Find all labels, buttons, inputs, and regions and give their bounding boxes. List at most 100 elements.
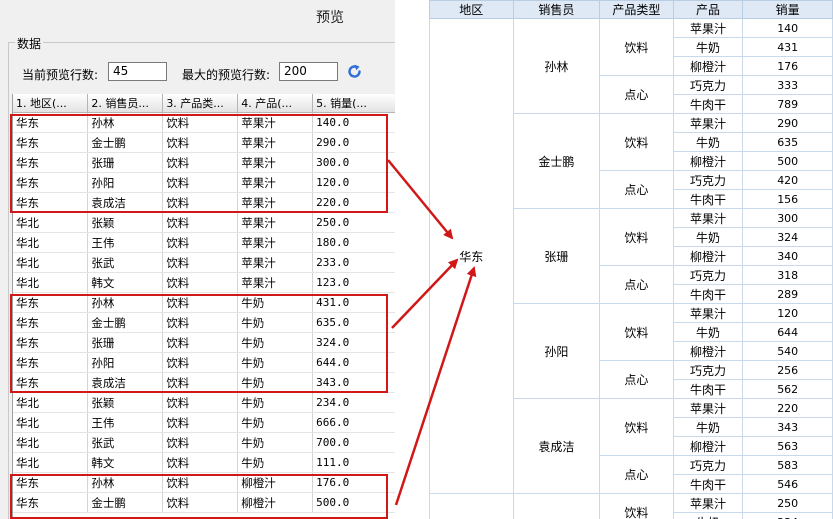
table-row[interactable]: 华北 张武 饮料 苹果汁 233.0 [13,252,395,273]
product-type-cell: 点心 [599,75,674,114]
quantity-cell: 431 [742,37,833,57]
product-type-cell: 点心 [599,455,674,494]
grid-cell: 牛奶 [237,452,314,473]
grid-cell: 牛奶 [237,432,314,453]
max-rows-input[interactable]: 200 [279,62,338,81]
product-cell: 牛奶 [672,132,744,152]
grid-cell: 123.0 [312,272,395,293]
quantity-cell: 546 [742,474,833,494]
grid-cell: 111.0 [312,452,395,473]
highlight-box-apple-juice [10,114,388,213]
preview-panel: 预览 数据 当前预览行数: 45 最大的预览行数: 200 1. 地区(... 2… [0,0,395,519]
grid-cell: 苹果汁 [237,212,314,233]
product-type-cell: 饮料 [599,208,674,266]
grid-cell: 华北 [13,212,89,233]
highlight-box-milk [10,294,388,393]
quantity-cell: 500 [742,151,833,171]
grid-cell: 华北 [13,432,89,453]
grid-cell: 苹果汁 [237,232,314,253]
product-type-cell: 饮料 [599,113,674,171]
quantity-cell: 635 [742,132,833,152]
report-column-header: 销量 [742,0,833,19]
product-cell: 柳橙汁 [672,56,744,76]
region-cell [429,493,514,519]
grid-cell: 苹果汁 [237,272,314,293]
quantity-cell: 289 [742,284,833,304]
report-column-header: 产品 [672,0,744,19]
grid-column-header[interactable]: 5. 销量(... [312,94,395,113]
grid-column-header[interactable]: 1. 地区(... [13,94,89,113]
grid-cell: 牛奶 [237,412,314,433]
product-cell: 巧克力 [672,455,744,475]
grid-column-header[interactable]: 3. 产品类... [162,94,239,113]
report-table: 地区 销售员 产品类型 产品 销量 华东 孙林 饮料 苹果汁 140 牛奶 431 柳橙汁 176 点心巧… [429,0,833,519]
grid-cell: 张颖 [87,212,164,233]
grid-cell: 张武 [87,252,164,273]
product-cell: 巧克力 [672,75,744,95]
grid-column-header[interactable]: 2. 销售员... [87,94,164,113]
grid-cell: 韩文 [87,452,164,473]
grid-cell: 韩文 [87,272,164,293]
grid-column-header[interactable]: 4. 产品(... [237,94,314,113]
product-cell: 牛奶 [672,37,744,57]
seller-cell: 金士鹏 [512,113,601,209]
product-cell: 牛肉干 [672,189,744,209]
table-row[interactable]: 华北 王伟 饮料 牛奶 666.0 [13,412,395,433]
grid-cell: 牛奶 [237,392,314,413]
quantity-cell: 318 [742,265,833,285]
product-cell: 苹果汁 [672,493,744,513]
report-row: 华东 孙林 饮料 苹果汁 140 [429,18,833,494]
refresh-icon[interactable] [346,63,363,80]
report-panel: 地区 销售员 产品类型 产品 销量 华东 孙林 饮料 苹果汁 140 牛奶 431 柳橙汁 176 点心巧… [429,0,833,519]
grid-cell: 233.0 [312,252,395,273]
grid-cell: 饮料 [162,232,239,253]
product-cell: 牛肉干 [672,379,744,399]
grid-cell: 饮料 [162,452,239,473]
quantity-cell: 156 [742,189,833,209]
grid-cell: 华北 [13,392,89,413]
grid-cell: 苹果汁 [237,252,314,273]
quantity-cell: 644 [742,322,833,342]
seller-cell: 袁成洁 [512,398,601,494]
product-type-cell: 点心 [599,265,674,304]
quantity-cell: 324 [742,227,833,247]
product-cell: 牛肉干 [672,474,744,494]
grid-cell: 王伟 [87,232,164,253]
product-type-cell: 饮料 [599,398,674,456]
quantity-cell: 540 [742,341,833,361]
grid-cell: 华北 [13,272,89,293]
table-row[interactable]: 华北 王伟 饮料 苹果汁 180.0 [13,232,395,253]
seller-cell [512,493,601,519]
product-cell: 柳橙汁 [672,436,744,456]
grid-cell: 饮料 [162,432,239,453]
table-row[interactable]: 华北 张颖 饮料 牛奶 234.0 [13,392,395,413]
product-cell: 牛肉干 [672,94,744,114]
preview-title: 预览 [316,10,344,26]
quantity-cell: 256 [742,360,833,380]
current-rows-input[interactable]: 45 [108,62,167,81]
quantity-cell: 220 [742,398,833,418]
quantity-cell: 176 [742,56,833,76]
grid-cell: 饮料 [162,212,239,233]
quantity-cell: 250 [742,493,833,513]
data-group-label: 数据 [15,35,44,52]
table-row[interactable]: 华北 张武 饮料 牛奶 700.0 [13,432,395,453]
product-cell: 牛肉干 [672,284,744,304]
grid-cell: 234.0 [312,392,395,413]
table-row[interactable]: 华北 韩文 饮料 牛奶 111.0 [13,452,395,473]
grid-cell: 700.0 [312,432,395,453]
product-cell: 苹果汁 [672,303,744,323]
quantity-cell: 290 [742,113,833,133]
product-cell: 巧克力 [672,360,744,380]
product-cell: 牛奶 [672,227,744,247]
table-row[interactable]: 华北 张颖 饮料 苹果汁 250.0 [13,212,395,233]
quantity-cell: 789 [742,94,833,114]
table-row[interactable]: 华北 韩文 饮料 苹果汁 123.0 [13,272,395,293]
product-cell: 苹果汁 [672,208,744,228]
grid-cell: 饮料 [162,392,239,413]
grid-cell: 华北 [13,252,89,273]
grid-cell: 250.0 [312,212,395,233]
report-column-header: 销售员 [512,0,601,19]
product-cell: 巧克力 [672,170,744,190]
product-type-cell: 饮料 [599,303,674,361]
